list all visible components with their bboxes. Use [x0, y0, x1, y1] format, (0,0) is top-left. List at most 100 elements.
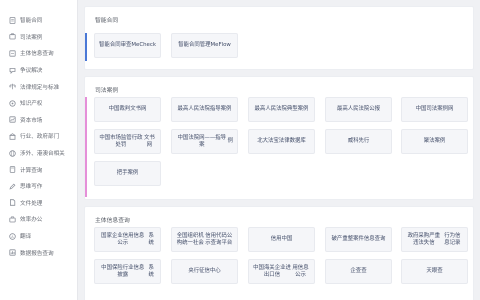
sidebar-item-label: 行业、政府部门: [20, 134, 60, 141]
link-card[interactable]: 中国保险行业信息披露 系统: [94, 259, 161, 284]
link-card[interactable]: 中国海关企业进出口信 用信息公示: [248, 259, 315, 284]
writing-icon: [9, 183, 16, 190]
sidebar-item[interactable]: 主体信息查询: [0, 45, 77, 62]
report-icon: [9, 249, 16, 256]
link-card[interactable]: 智能合同审查 MeCheck: [94, 33, 161, 58]
link-card[interactable]: 最高人民法院指导案例: [171, 97, 238, 122]
sidebar-item-label: 计算查询: [20, 167, 43, 174]
link-card[interactable]: 智能合同管理MeFlow: [171, 33, 238, 58]
sidebar-item[interactable]: 文件处理: [0, 195, 77, 212]
sidebar-item-label: 主体信息查询: [20, 51, 54, 58]
link-card-label: 用信息公示: [292, 264, 309, 278]
link-card-label: 把手案例: [116, 170, 139, 176]
entity-search-icon: [9, 50, 16, 57]
sidebar-item-label: 数据报告查询: [20, 250, 54, 257]
link-card-label: 天眼查: [426, 268, 443, 274]
sidebar-item-label: 资本市场: [20, 117, 43, 124]
link-card[interactable]: 中国法院网——指导案例: [171, 129, 238, 154]
link-card[interactable]: 北大法宝法律数据库: [248, 129, 315, 154]
link-card-label: 最高人民法院典型案例: [254, 106, 309, 112]
section-entity: 主体信息查询 国家企业信用信息公示 系统 全国组织机构统一社会 信用代码公示查询平台信…: [84, 206, 474, 300]
link-card-label: 系统: [148, 232, 154, 246]
link-card[interactable]: 最高人民法院公报: [325, 97, 392, 122]
section-accent-bar: [85, 97, 87, 197]
calculator-icon: [9, 166, 16, 173]
link-card-label: 国家企业信用信息公示: [101, 232, 145, 246]
link-card[interactable]: 最高人民法院典型案例: [248, 97, 315, 122]
link-card[interactable]: 国家企业信用信息公示 系统: [94, 227, 161, 252]
case-icon: [9, 33, 16, 40]
link-card[interactable]: 中国市场监管行政处罚 文书网: [94, 129, 161, 154]
link-card-label: 智能合同审查: [99, 42, 132, 48]
link-card[interactable]: 破产重整案件信息查询: [325, 227, 392, 252]
link-card-label: 央行征信中心: [188, 268, 221, 274]
file-icon: [9, 199, 16, 207]
svg-text:A: A: [11, 234, 14, 238]
link-card-label: 全国组织机构统一社会: [176, 232, 204, 246]
section-accent-bar: [85, 33, 87, 61]
link-card[interactable]: 企查查: [325, 259, 392, 284]
link-card-label: 中国保险行业信息披露: [101, 264, 145, 278]
link-card-label: 威科先行: [347, 138, 370, 144]
section-cases: 司法案例 中国裁判文书网 最高人民法院指导案例 最高人民法院典型案例 最高人民法院公报…: [84, 76, 474, 200]
capital-icon: [9, 116, 16, 123]
sidebar-item-label: 文件处理: [20, 200, 43, 207]
government-icon: [9, 133, 16, 140]
sidebar-item[interactable]: A 翻译: [0, 228, 77, 245]
sidebar-item[interactable]: 知识产权: [0, 95, 77, 112]
link-card-label: 最高人民法院公报: [336, 106, 381, 112]
link-card-label: 系统: [148, 264, 154, 278]
link-card[interactable]: 把手案例: [94, 161, 161, 186]
sidebar-item[interactable]: 法律规定与标准: [0, 78, 77, 95]
office-icon: [9, 216, 16, 223]
ip-icon: [9, 100, 16, 107]
link-card-label: 中国裁判文书网: [108, 106, 147, 112]
link-card[interactable]: 威科先行: [325, 129, 392, 154]
sidebar-item[interactable]: 行业、政府部门: [0, 128, 77, 145]
sidebar-item-label: 智能合同: [20, 18, 43, 25]
sidebar-item[interactable]: 争议解决: [0, 62, 77, 79]
link-card-label: 中国海关企业进出口信: [253, 264, 291, 278]
main-content: 智能合同 智能合同审查 MeCheck 智能合同管理MeFlow 司法案例 中国裁判…: [84, 0, 478, 300]
link-card-label: 聚法案例: [423, 138, 446, 144]
link-card[interactable]: 中国司法案例网: [401, 97, 468, 122]
link-card-label: 中国市场监管行政处罚: [99, 134, 143, 148]
sidebar-item-label: 翻译: [20, 234, 32, 241]
sidebar-item-label: 争议解决: [20, 68, 43, 75]
sidebar-item[interactable]: 数据报告查询: [0, 244, 77, 261]
link-card-label: 例: [227, 138, 233, 144]
sidebar-item[interactable]: 思维写作: [0, 178, 77, 195]
link-card[interactable]: 政府采购严重违法失信 行为信息记录: [401, 227, 468, 252]
sidebar-item-label: 知识产权: [20, 101, 43, 108]
section-title: 主体信息查询: [95, 218, 130, 224]
link-card[interactable]: 聚法案例: [401, 129, 468, 154]
section-title: 司法案例: [95, 88, 119, 94]
section-contract: 智能合同 智能合同审查 MeCheck 智能合同管理MeFlow: [84, 6, 474, 70]
link-card-label: 企查查: [350, 268, 367, 274]
sidebar: 智能合同司法案例主体信息查询 争议解决法律规定与标准 知识产权资本市场行业、政府部门…: [0, 0, 78, 300]
dispute-icon: [9, 67, 16, 74]
link-card[interactable]: 信用中国: [248, 227, 315, 252]
sidebar-item[interactable]: 涉外、港澳台相关: [0, 145, 77, 162]
link-card-label: 北大法宝法律数据库: [257, 138, 306, 144]
link-card-label: 中国法院网——指导案: [177, 134, 227, 148]
law-icon: [9, 83, 16, 90]
sidebar-item-label: 司法案例: [20, 34, 43, 41]
sidebar-item-label: 法律规定与标准: [20, 84, 60, 91]
link-card-label: 信用中国: [270, 236, 293, 242]
sidebar-item[interactable]: 智能合同: [0, 12, 77, 29]
link-card[interactable]: 中国裁判文书网: [94, 97, 161, 122]
link-card-label: 最高人民法院指导案例: [177, 106, 232, 112]
sidebar-item[interactable]: 司法案例: [0, 29, 77, 46]
link-card-label: 智能合同管理MeFlow: [178, 42, 231, 48]
sidebar-item[interactable]: 资本市场: [0, 112, 77, 129]
sidebar-item[interactable]: 计算查询: [0, 161, 77, 178]
link-card-label: 破产重整案件信息查询: [331, 236, 386, 242]
link-card-label: 中国司法案例网: [415, 106, 454, 112]
sidebar-item[interactable]: 效率办公: [0, 211, 77, 228]
link-card[interactable]: 全国组织机构统一社会 信用代码公示查询平台: [171, 227, 238, 252]
link-card[interactable]: 央行征信中心: [171, 259, 238, 284]
contract-icon: [9, 16, 16, 24]
link-card-label: 信用代码公示查询平台: [205, 232, 233, 246]
link-card[interactable]: 天眼查: [401, 259, 468, 284]
